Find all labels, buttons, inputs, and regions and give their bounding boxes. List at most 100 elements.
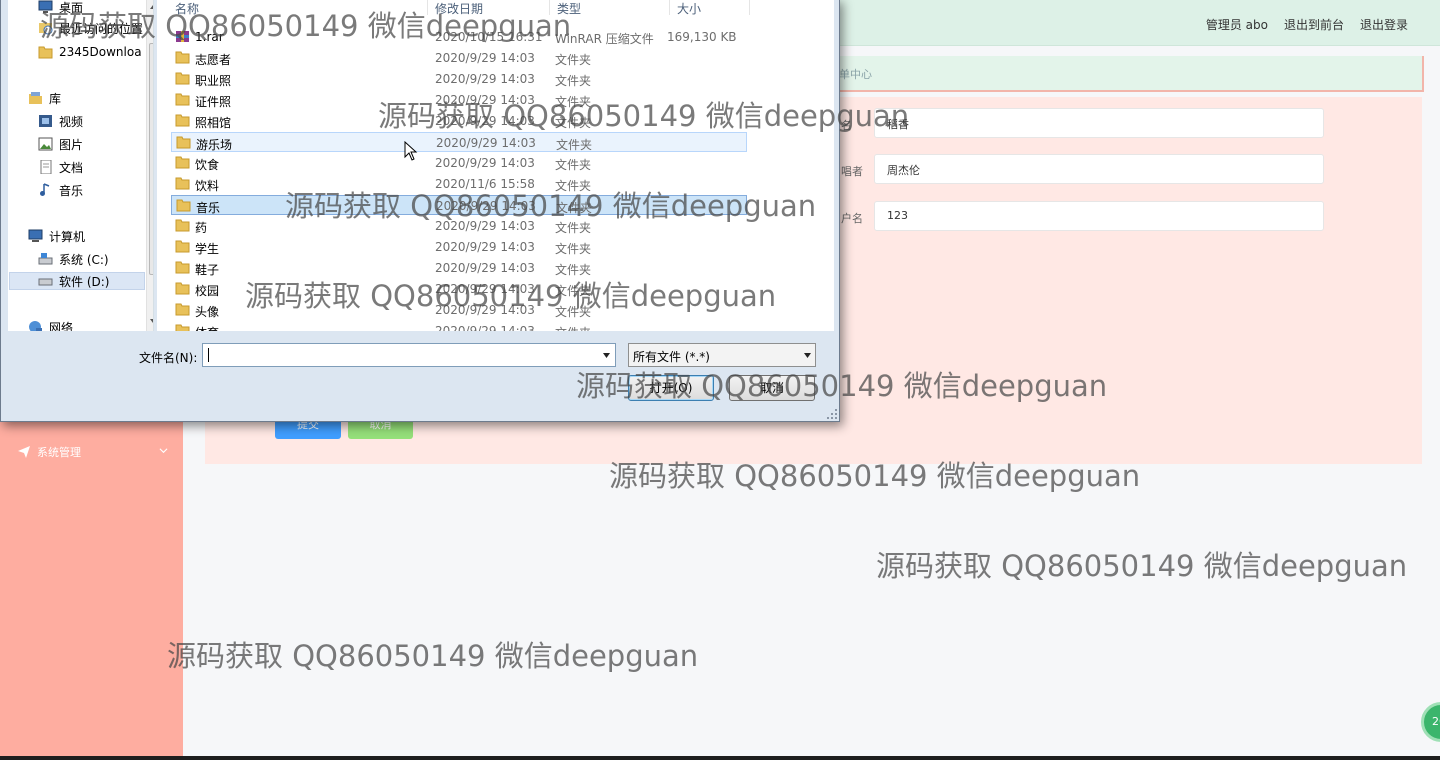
file-row[interactable]: 药 2020/9/29 14:03 文件夹 bbox=[171, 216, 747, 236]
nav-item-label: 图片 bbox=[59, 137, 84, 152]
column-name[interactable]: 名称 bbox=[175, 0, 199, 17]
network-icon bbox=[29, 321, 42, 331]
watermark-text: 源码获取 QQ86050149 微信deepguan bbox=[167, 639, 699, 673]
file-date: 2020/9/29 14:03 bbox=[435, 114, 535, 128]
folder-icon bbox=[175, 219, 190, 232]
folder-icon bbox=[176, 136, 191, 149]
file-row[interactable]: 头像 2020/9/29 14:03 文件夹 bbox=[171, 300, 747, 320]
admin-user-label: 管理员 abo bbox=[1205, 18, 1268, 32]
nav-item-network[interactable]: 网络 bbox=[28, 318, 73, 331]
column-size[interactable]: 大小 bbox=[677, 0, 701, 17]
file-name: 志愿者 bbox=[195, 53, 232, 67]
filename-input[interactable] bbox=[202, 343, 616, 367]
field-label: 户名 bbox=[841, 212, 863, 225]
scroll-down-icon[interactable] bbox=[150, 319, 154, 325]
nav-item-pictures[interactable]: 图片 bbox=[38, 135, 83, 153]
file-name: 学生 bbox=[195, 242, 220, 256]
file-type: 文件夹 bbox=[556, 138, 593, 152]
file-type-select[interactable]: 所有文件 (*.*) bbox=[628, 343, 816, 367]
nav-item-drive-d[interactable]: 软件 (D:) bbox=[9, 272, 145, 290]
folder-icon bbox=[175, 114, 190, 127]
scroll-thumb[interactable] bbox=[149, 43, 153, 275]
file-row[interactable]: 志愿者 2020/9/29 14:03 文件夹 bbox=[171, 48, 747, 68]
file-type: 文件夹 bbox=[555, 158, 592, 172]
filename-label: 文件名(N): bbox=[139, 351, 198, 365]
resize-grip-icon[interactable] bbox=[827, 409, 837, 419]
file-date: 2020/9/29 14:03 bbox=[435, 72, 535, 86]
file-row[interactable]: 饮食 2020/9/29 14:03 文件夹 bbox=[171, 153, 747, 173]
folder-icon bbox=[176, 199, 191, 212]
song-name-input[interactable]: 稻香 bbox=[874, 108, 1324, 138]
nav-item-desktop[interactable]: 桌面 bbox=[38, 0, 83, 16]
nav-item-computer[interactable]: 计算机 bbox=[28, 227, 85, 245]
music-icon bbox=[40, 183, 50, 196]
open-button[interactable]: 打开(O) bbox=[628, 375, 714, 401]
folder-icon bbox=[175, 177, 190, 190]
file-type: 文件夹 bbox=[555, 116, 592, 130]
file-row[interactable]: 饮料 2020/11/6 15:58 文件夹 bbox=[171, 174, 747, 194]
file-row[interactable]: 学生 2020/9/29 14:03 文件夹 bbox=[171, 237, 747, 257]
computer-icon bbox=[28, 229, 43, 242]
file-date: 2020/9/29 14:03 bbox=[435, 282, 535, 296]
nav-item-videos[interactable]: 视频 bbox=[38, 112, 83, 130]
file-date: 2020/9/29 14:03 bbox=[435, 261, 535, 275]
file-date: 2020/9/29 14:03 bbox=[435, 303, 535, 317]
file-row[interactable]: 鞋子 2020/9/29 14:03 文件夹 bbox=[171, 258, 747, 278]
file-row[interactable]: 1.rar 2020/10/15 16:31 WinRAR 压缩文件 169,130 … bbox=[171, 27, 747, 47]
dialog-cancel-button[interactable]: 取消 bbox=[729, 375, 815, 401]
username-input[interactable]: 123 bbox=[874, 201, 1324, 231]
file-date: 2020/9/29 14:03 bbox=[435, 219, 535, 233]
file-row[interactable]: 音乐 2020/9/29 14:03 文件夹 bbox=[171, 195, 747, 215]
file-name: 音乐 bbox=[196, 201, 221, 215]
file-row[interactable]: 职业照 2020/9/29 14:03 文件夹 bbox=[171, 69, 747, 89]
nav-item-label: 网络 bbox=[49, 320, 74, 332]
field-label: 名 bbox=[841, 119, 852, 132]
singer-input[interactable]: 周杰伦 bbox=[874, 154, 1324, 184]
scroll-up-icon[interactable] bbox=[150, 3, 154, 9]
drive-icon bbox=[38, 253, 53, 265]
nav-scrollbar[interactable] bbox=[146, 0, 154, 331]
float-badge[interactable]: 26 bbox=[1421, 702, 1440, 742]
column-type[interactable]: 类型 bbox=[557, 0, 581, 17]
sidebar-item-system-management[interactable]: 系统管理 bbox=[18, 444, 170, 460]
drive-icon bbox=[38, 278, 53, 286]
navigation-pane: 桌面 最近访问的位置 2345Downloa 库 视频 图片 文档 音乐 计算机… bbox=[8, 0, 154, 331]
text-caret bbox=[208, 348, 209, 362]
nav-item-music[interactable]: 音乐 bbox=[38, 181, 83, 199]
library-icon bbox=[29, 92, 42, 104]
file-name: 1.rar bbox=[195, 30, 224, 44]
nav-item-library[interactable]: 库 bbox=[28, 89, 61, 107]
file-type: 文件夹 bbox=[555, 53, 592, 67]
file-name: 校园 bbox=[195, 284, 220, 298]
nav-item-label: 桌面 bbox=[59, 0, 84, 15]
file-row[interactable]: 体育 2020/9/29 14:03 文件夹 bbox=[171, 321, 747, 331]
file-row[interactable]: 证件照 2020/9/29 14:03 文件夹 bbox=[171, 90, 747, 110]
file-type: 文件夹 bbox=[555, 179, 592, 193]
chevron-down-icon[interactable] bbox=[603, 353, 610, 358]
file-date: 2020/10/15 16:31 bbox=[435, 30, 543, 44]
column-date[interactable]: 修改日期 bbox=[435, 0, 483, 17]
nav-item-2345downloads[interactable]: 2345Downloa bbox=[38, 43, 142, 61]
file-type: 文件夹 bbox=[555, 74, 592, 88]
back-to-front-link[interactable]: 退出到前台 bbox=[1284, 16, 1344, 33]
logout-link[interactable]: 退出登录 bbox=[1360, 16, 1408, 33]
taskbar-edge bbox=[0, 756, 1440, 760]
file-row[interactable]: 游乐场 2020/9/29 14:03 文件夹 bbox=[171, 132, 747, 152]
nav-item-recent[interactable]: 最近访问的位置 bbox=[38, 19, 143, 37]
file-row[interactable]: 校园 2020/9/29 14:03 文件夹 bbox=[171, 279, 747, 299]
nav-item-drive-c[interactable]: 系统 (C:) bbox=[38, 250, 109, 268]
folder-icon bbox=[175, 261, 190, 274]
file-name: 体育 bbox=[195, 324, 219, 331]
file-type: 文件夹 bbox=[555, 263, 592, 277]
file-date: 2020/9/29 14:03 bbox=[435, 324, 535, 331]
chevron-down-icon bbox=[159, 448, 168, 454]
file-row[interactable]: 照相馆 2020/9/29 14:03 文件夹 bbox=[171, 111, 747, 131]
nav-item-label: 视频 bbox=[59, 114, 84, 129]
nav-item-documents[interactable]: 文档 bbox=[38, 158, 83, 176]
nav-item-label: 文档 bbox=[59, 160, 84, 175]
sidebar-item-label: 系统管理 bbox=[37, 446, 81, 459]
file-name: 职业照 bbox=[195, 74, 232, 88]
picture-icon bbox=[38, 137, 53, 151]
file-date: 2020/9/29 14:03 bbox=[435, 93, 535, 107]
file-type: WinRAR 压缩文件 bbox=[555, 32, 654, 46]
